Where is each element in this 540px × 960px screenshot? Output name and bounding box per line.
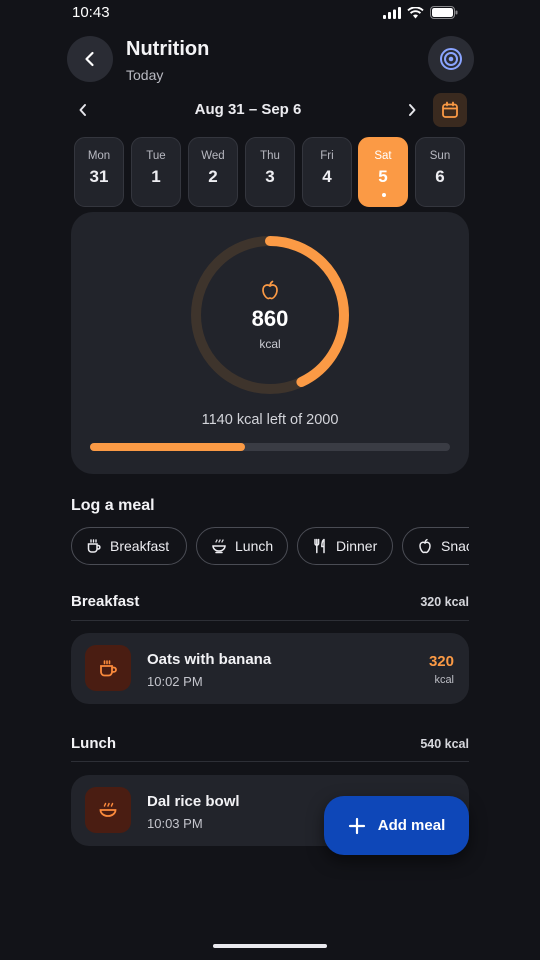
meal-calories: 320 xyxy=(428,653,454,670)
breakfast-section-title: Breakfast xyxy=(71,593,140,610)
coffee-cup-icon xyxy=(100,660,117,677)
day-sun[interactable]: Sun 6 xyxy=(415,137,465,207)
day-number: 6 xyxy=(435,167,445,186)
calories-consumed: 860 xyxy=(251,306,289,331)
day-fri[interactable]: Fri 4 xyxy=(302,137,352,207)
header: Nutrition Today xyxy=(0,34,540,88)
calories-left-text: 1140 kcal left of 2000 xyxy=(201,412,339,428)
day-number: 3 xyxy=(265,167,275,186)
day-selector: Mon 31 Tue 1 Wed 2 Thu 3 Fri 4 Sat 5 Sun… xyxy=(74,137,466,207)
section-divider xyxy=(71,620,469,621)
breakfast-total: 320 kcal xyxy=(420,595,469,609)
status-bar: 10:43 xyxy=(0,0,540,28)
meal-name: Dal rice bowl xyxy=(147,793,240,810)
add-meal-button[interactable]: Add meal xyxy=(324,796,469,855)
calories-unit: kcal xyxy=(259,337,281,351)
meal-icon xyxy=(85,787,131,833)
calendar-icon xyxy=(442,101,458,118)
plus-icon xyxy=(348,817,365,834)
meal-type-chips: Breakfast Lunch Dinner Snack xyxy=(71,527,469,565)
coffee-cup-icon xyxy=(87,539,101,553)
day-number: 1 xyxy=(151,167,161,186)
day-tue[interactable]: Tue 1 xyxy=(131,137,181,207)
meal-entry-oats[interactable]: Oats with banana 10:02 PM 320 kcal xyxy=(71,633,469,704)
meal-icon xyxy=(85,645,131,691)
page-subtitle: Today xyxy=(126,67,164,83)
chevron-right-icon xyxy=(409,104,416,116)
day-name: Fri xyxy=(320,150,334,162)
chip-label: Lunch xyxy=(235,538,274,554)
day-name: Thu xyxy=(260,150,280,162)
wifi-icon xyxy=(407,6,424,18)
week-navigation: Aug 31 – Sep 6 xyxy=(0,92,540,128)
day-wed[interactable]: Wed 2 xyxy=(188,137,238,207)
day-name: Mon xyxy=(87,150,111,162)
apple-icon xyxy=(419,538,431,554)
chip-label: Dinner xyxy=(336,538,378,554)
next-week-button[interactable] xyxy=(401,99,423,121)
day-number: 5 xyxy=(378,167,388,186)
chip-lunch[interactable]: Lunch xyxy=(196,527,288,565)
day-number: 2 xyxy=(208,167,218,186)
chip-snack[interactable]: Snack xyxy=(402,527,469,565)
page-title: Nutrition xyxy=(126,38,210,60)
meal-calories-unit: kcal xyxy=(434,674,454,686)
chip-dinner[interactable]: Dinner xyxy=(297,527,393,565)
meal-time: 10:02 PM xyxy=(147,674,203,689)
calorie-progress-fill xyxy=(90,443,245,451)
meal-time: 10:03 PM xyxy=(147,816,203,831)
meal-name: Oats with banana xyxy=(147,651,272,668)
back-button[interactable] xyxy=(67,36,113,82)
status-time: 10:43 xyxy=(72,4,110,21)
lunch-total: 540 kcal xyxy=(420,737,469,751)
day-name: Sat xyxy=(374,150,392,162)
day-number: 31 xyxy=(89,167,109,186)
chip-label: Snack xyxy=(441,538,469,554)
day-name: Tue xyxy=(146,150,166,162)
home-indicator xyxy=(213,944,327,948)
day-sat[interactable]: Sat 5 xyxy=(358,137,408,207)
status-icons xyxy=(383,6,458,19)
calorie-summary-card: 860 kcal 1140 kcal left of 2000 xyxy=(71,212,469,474)
today-dot xyxy=(382,193,386,197)
chip-label: Breakfast xyxy=(110,538,170,554)
day-thu[interactable]: Thu 3 xyxy=(245,137,295,207)
log-meal-title: Log a meal xyxy=(71,497,155,514)
calorie-progress-bar xyxy=(90,443,450,451)
bowl-icon xyxy=(212,539,226,554)
day-number: 4 xyxy=(322,167,332,186)
signal-icon xyxy=(383,6,401,19)
add-meal-label: Add meal xyxy=(377,817,446,834)
day-name: Wed xyxy=(201,150,225,162)
target-icon xyxy=(440,48,462,70)
section-divider xyxy=(71,761,469,762)
calendar-button[interactable] xyxy=(433,93,467,127)
bowl-icon xyxy=(99,802,117,817)
apple-icon xyxy=(262,280,278,300)
day-name: Sun xyxy=(429,150,451,162)
lunch-section-title: Lunch xyxy=(71,735,116,752)
goal-button[interactable] xyxy=(428,36,474,82)
fork-knife-icon xyxy=(314,538,325,554)
chevron-left-icon xyxy=(85,51,94,67)
chip-breakfast[interactable]: Breakfast xyxy=(71,527,187,565)
battery-icon xyxy=(430,6,458,19)
day-mon[interactable]: Mon 31 xyxy=(74,137,124,207)
